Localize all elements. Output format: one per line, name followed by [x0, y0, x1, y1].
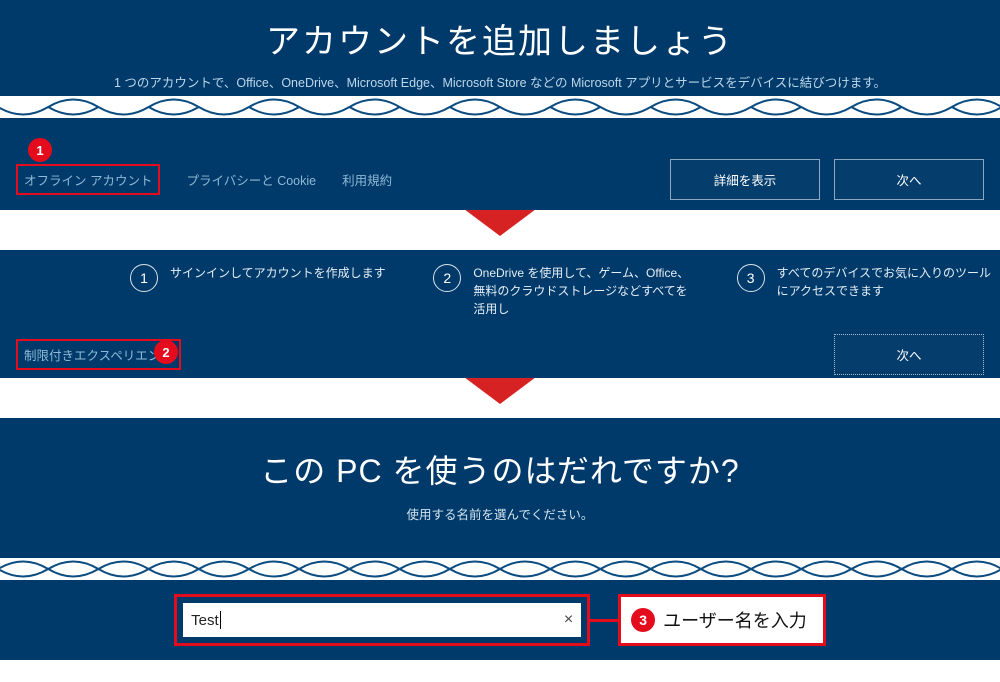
benefit-1-text: サインインしてアカウントを作成します [170, 264, 386, 318]
benefit-2: 2 OneDrive を使用して、ゲーム、Office、無料のクラウドストレージ… [433, 264, 696, 318]
username-panel: この PC を使うのはだれですか? 使用する名前を選んでください。 Test ×… [0, 418, 1000, 660]
transition-arrow-2 [0, 378, 1000, 418]
panel1-subtitle: 1 つのアカウントで、Office、OneDrive、Microsoft Edg… [0, 73, 1000, 93]
benefit-1: 1 サインインしてアカウントを作成します [130, 264, 393, 318]
terms-link[interactable]: 利用規約 [342, 170, 392, 189]
clear-input-icon[interactable]: × [564, 611, 573, 629]
panel1-footer: オフライン アカウント プライバシーと Cookie 利用規約 詳細を表示 次へ [0, 148, 1000, 210]
username-caption: 3 ユーザー名を入力 [618, 594, 826, 646]
details-button[interactable]: 詳細を表示 [670, 159, 820, 200]
username-input-value: Test [191, 612, 219, 629]
username-input-row: Test × 3 ユーザー名を入力 [0, 594, 1000, 646]
benefit-3: 3 すべてのデバイスでお気に入りのツールにアクセスできます [737, 264, 1000, 318]
benefits-panel: 1 サインインしてアカウントを作成します 2 OneDrive を使用して、ゲー… [0, 250, 1000, 378]
username-input[interactable]: Test × [183, 603, 581, 637]
benefit-2-text: OneDrive を使用して、ゲーム、Office、無料のクラウドストレージなど… [473, 264, 696, 318]
username-input-highlight: Test × [174, 594, 590, 646]
callout-2: 2 [154, 340, 178, 364]
offline-account-link[interactable]: オフライン アカウント [16, 164, 160, 195]
torn-edge [0, 96, 1000, 118]
panel2-footer: 制限付きエクスペリエンス 2 次へ [0, 330, 1000, 378]
panel1-title: アカウントを追加しましょう [0, 0, 1000, 63]
panel3-subtitle: 使用する名前を選んでください。 [0, 504, 1000, 523]
benefit-1-num: 1 [130, 264, 158, 292]
text-caret [220, 611, 221, 629]
footer-links: オフライン アカウント プライバシーと Cookie 利用規約 [16, 164, 392, 195]
panel3-title: この PC を使うのはだれですか? [0, 418, 1000, 492]
transition-arrow-1 [0, 210, 1000, 250]
torn-edge-2 [0, 558, 1000, 580]
next-button[interactable]: 次へ [834, 159, 984, 200]
benefit-3-num: 3 [737, 264, 765, 292]
callout-connector [590, 619, 618, 622]
benefit-2-num: 2 [433, 264, 461, 292]
add-account-panel: アカウントを追加しましょう 1 つのアカウントで、Office、OneDrive… [0, 0, 1000, 210]
benefits-row: 1 サインインしてアカウントを作成します 2 OneDrive を使用して、ゲー… [0, 250, 1000, 318]
callout-3: 3 [631, 608, 655, 632]
username-caption-text: ユーザー名を入力 [663, 607, 807, 633]
benefit-3-text: すべてのデバイスでお気に入りのツールにアクセスできます [777, 264, 1000, 318]
privacy-cookie-link[interactable]: プライバシーと Cookie [186, 170, 316, 189]
panel2-next-button[interactable]: 次へ [834, 334, 984, 375]
